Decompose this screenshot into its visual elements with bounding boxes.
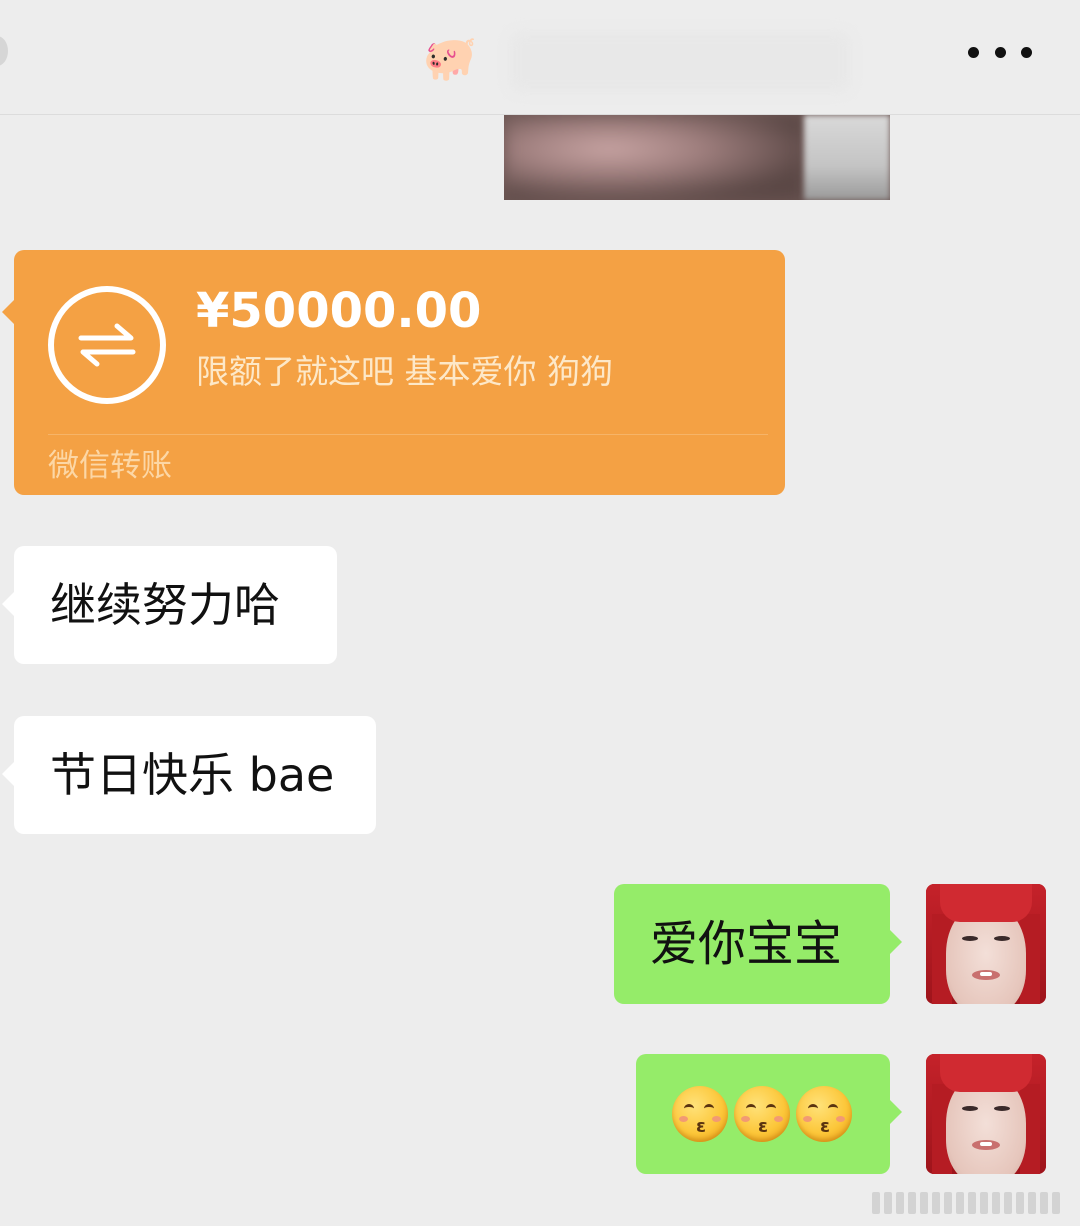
avatar-lips	[972, 1140, 1000, 1150]
avatar-eye	[962, 936, 978, 941]
message-text: 继续努力哈	[50, 578, 280, 632]
outgoing-emoji-bubble[interactable]: ε ε ε	[636, 1054, 902, 1174]
wechat-transfer-card[interactable]: ¥50000.00 限额了就这吧 基本爱你 狗狗 微信转账	[2, 250, 785, 495]
blurred-photo-region	[504, 115, 804, 200]
outgoing-message-bubble[interactable]: 爱你宝宝	[614, 884, 902, 1004]
blurred-contact-name	[510, 32, 850, 92]
message-text: 爱你宝宝	[650, 916, 843, 972]
incoming-message-bubble[interactable]: 继续努力哈	[2, 546, 337, 664]
kissing-face-emoji-icon: ε	[734, 1086, 790, 1142]
dot	[1021, 46, 1032, 58]
message-text: 节日快乐 bae	[50, 748, 335, 802]
transfer-amount: ¥50000.00	[196, 283, 482, 339]
avatar-eye	[962, 1106, 978, 1111]
watermark	[872, 1192, 1060, 1214]
transfer-label: 微信转账	[48, 448, 172, 484]
divider	[48, 434, 768, 435]
incoming-message-bubble[interactable]: 节日快乐 bae	[2, 716, 376, 834]
more-dots-icon[interactable]	[968, 40, 1032, 64]
chat-header: 🐖	[0, 0, 1080, 115]
transfer-note: 限额了就这吧 基本爱你 狗狗	[196, 352, 613, 391]
avatar-lips	[972, 970, 1000, 980]
kissing-face-emoji-icon: ε	[672, 1086, 728, 1142]
transfer-arrows-icon	[48, 286, 166, 404]
avatar[interactable]	[926, 884, 1046, 1004]
kissing-face-emoji-icon: ε	[796, 1086, 852, 1142]
blurred-photo-region	[804, 115, 890, 200]
dot	[968, 46, 979, 58]
avatar-eye	[994, 936, 1010, 941]
avatar-eye	[994, 1106, 1010, 1111]
dot	[994, 46, 1006, 58]
emoji-row: ε ε ε	[672, 1086, 852, 1142]
avatar-bangs	[940, 1054, 1032, 1092]
back-icon[interactable]	[0, 36, 8, 66]
avatar[interactable]	[926, 1054, 1046, 1174]
chat-title: 🐖	[422, 33, 478, 84]
avatar-bangs	[940, 884, 1032, 922]
image-message[interactable]	[504, 115, 890, 200]
